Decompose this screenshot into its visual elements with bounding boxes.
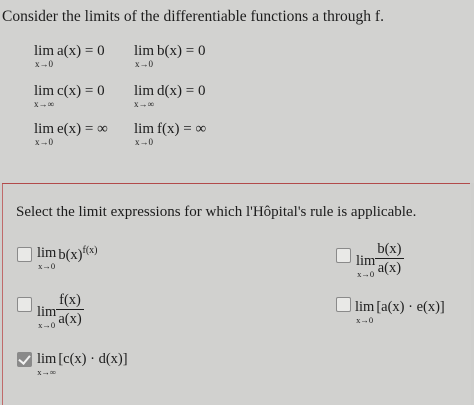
option-4-checkbox[interactable] — [336, 297, 351, 312]
option-1-expression: lim x→0 b(x)f(x) — [37, 245, 98, 271]
given-limit-d: lim x→∞ d(x) = 0 — [134, 83, 206, 109]
option-3-expression: lim x→0 f(x) a(x) — [37, 292, 84, 330]
given-limit-e: lim x→0 e(x) = ∞ — [34, 121, 108, 147]
option-1-checkbox[interactable] — [17, 247, 32, 262]
given-limit-f: lim x→0 f(x) = ∞ — [134, 121, 207, 147]
given-limit-a: lim x→0 a(x) = 0 — [34, 43, 105, 69]
given-limit-c: lim x→∞ c(x) = 0 — [34, 83, 105, 109]
intro-text: Consider the limits of the differentiabl… — [2, 8, 384, 25]
question-text: Select the limit expressions for which l… — [16, 204, 417, 220]
option-5-checkbox[interactable] — [17, 352, 32, 367]
option-5-expression: lim x→∞ [c(x) · d(x)] — [37, 351, 128, 377]
option-3-checkbox[interactable] — [17, 297, 32, 312]
given-limit-b: lim x→0 b(x) = 0 — [134, 43, 206, 69]
option-2-checkbox[interactable] — [336, 248, 351, 263]
option-2-expression: lim x→0 b(x) a(x) — [356, 241, 404, 279]
option-4-expression: lim x→0 [a(x) · e(x)] — [355, 299, 445, 325]
